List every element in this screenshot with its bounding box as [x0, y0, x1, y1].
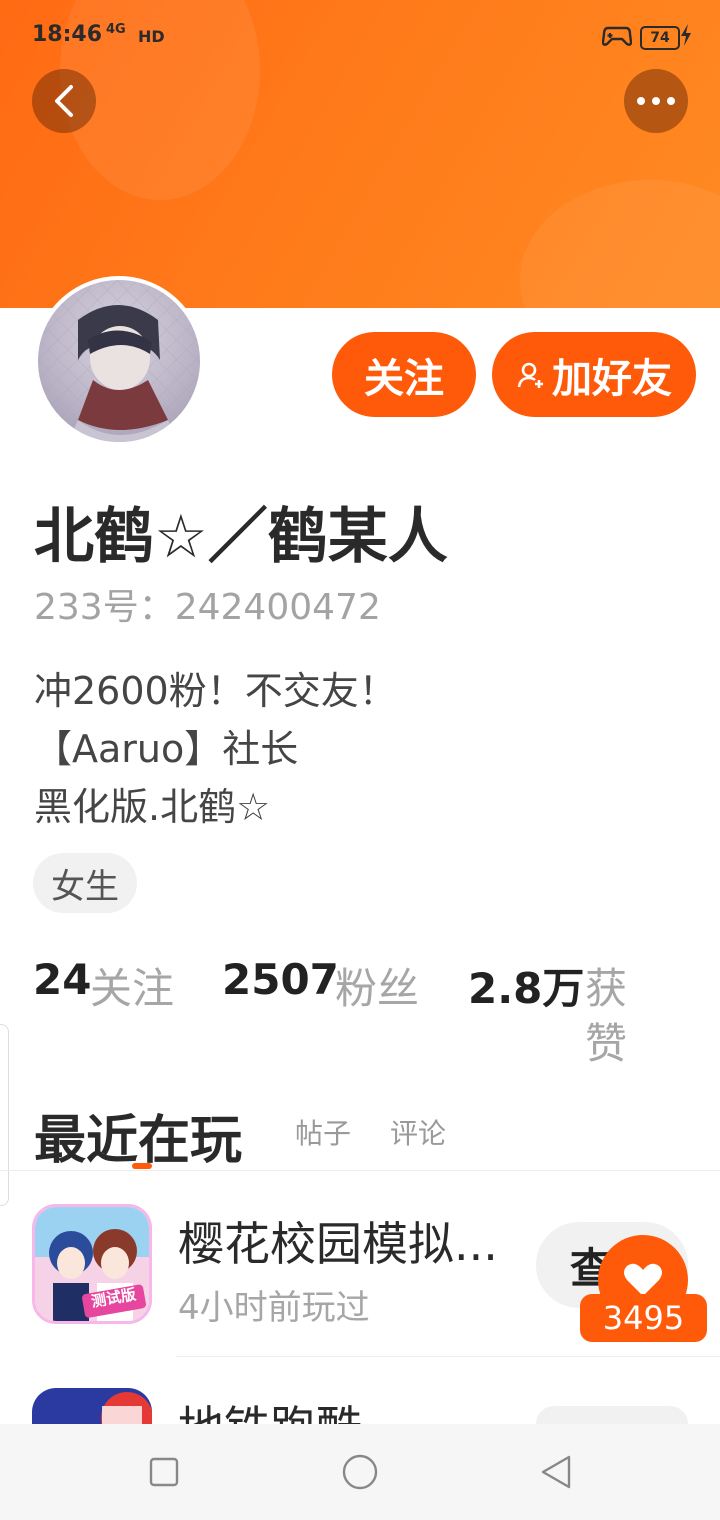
- tab-recently-played[interactable]: 最近在玩: [34, 1098, 242, 1173]
- more-button[interactable]: [624, 69, 688, 133]
- square-icon: [149, 1457, 179, 1487]
- back-button[interactable]: [32, 69, 96, 133]
- add-friend-button-label: 加好友: [552, 355, 672, 402]
- signal-icon: 4G: [106, 22, 126, 37]
- fans-label[interactable]: 粉丝: [335, 955, 419, 1016]
- person-add-icon: [517, 362, 543, 388]
- game-title[interactable]: 地铁跑酷: [178, 1392, 362, 1424]
- user-id: 233号：242400472: [34, 587, 381, 628]
- charging-icon: [680, 24, 692, 51]
- game-played-time: 4小时前玩过: [178, 1288, 370, 1328]
- status-time: 18:46: [32, 22, 103, 47]
- recent-apps-button[interactable]: [140, 1448, 188, 1496]
- follow-button-label: 关注: [364, 355, 444, 402]
- bio-line: 黑化版.北鹤☆: [34, 785, 271, 829]
- following-count[interactable]: 24: [33, 955, 91, 1004]
- tab-posts[interactable]: 帖子: [295, 1112, 351, 1152]
- profile-name: 北鹤☆／鹤某人: [34, 502, 448, 572]
- status-bar: 18:46 4G HD 74: [0, 0, 720, 76]
- side-drawer-handle[interactable]: [0, 1024, 9, 1206]
- bio-line: 【Aaruo】社长: [34, 727, 299, 771]
- more-dots-icon: [637, 97, 675, 105]
- triangle-back-icon: [541, 1455, 571, 1489]
- hd-indicator: HD: [138, 27, 165, 46]
- back-nav-button[interactable]: [532, 1448, 580, 1496]
- home-button[interactable]: [336, 1448, 384, 1496]
- likes-label-2: 赞: [585, 1019, 628, 1068]
- add-friend-button[interactable]: 加好友: [492, 332, 696, 417]
- heart-icon: [624, 1263, 662, 1296]
- tab-comments[interactable]: 评论: [390, 1112, 446, 1152]
- like-count: 3495: [580, 1294, 707, 1342]
- fans-count[interactable]: 2507: [222, 955, 339, 1004]
- game-icon-sakura[interactable]: 测试版: [32, 1204, 152, 1324]
- game-title[interactable]: 樱花校园模拟...: [178, 1208, 498, 1274]
- likes-label: 获: [585, 964, 628, 1013]
- tab-divider: [0, 1170, 720, 1171]
- follow-button[interactable]: 关注: [332, 332, 476, 417]
- chevron-left-icon: [55, 85, 73, 117]
- gamepad-icon: [601, 24, 633, 54]
- bio-line: 冲2600粉！不交友！: [34, 669, 397, 713]
- system-nav-bar: [0, 1424, 720, 1520]
- active-tab-indicator: [132, 1163, 152, 1169]
- circle-icon: [342, 1454, 378, 1490]
- following-label[interactable]: 关注: [90, 955, 174, 1016]
- game-icon-subway[interactable]: [32, 1388, 152, 1424]
- likes-count: 2.8万: [468, 964, 585, 1013]
- avatar[interactable]: [34, 276, 204, 446]
- battery-indicator: 74: [640, 26, 680, 50]
- gender-tag: 女生: [33, 853, 137, 913]
- view-game-button[interactable]: [536, 1406, 688, 1424]
- row-divider: [176, 1356, 720, 1357]
